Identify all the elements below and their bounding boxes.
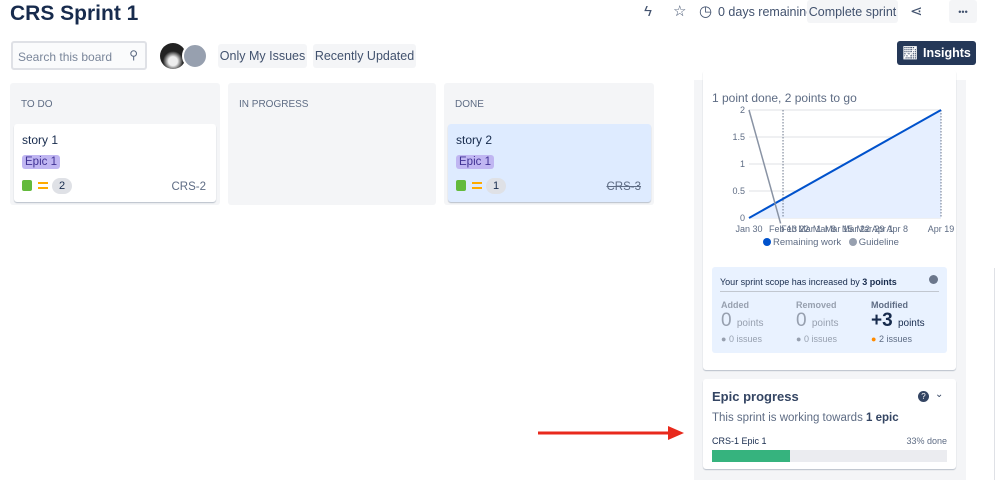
search-icon: ⚲ — [129, 48, 138, 62]
column-done: DONE story 2 Epic 1 1 CRS-3 — [444, 83, 654, 205]
y-tick-label: 1 — [740, 159, 745, 169]
recently-updated-button[interactable]: Recently Updated — [313, 44, 416, 68]
issue-key[interactable]: CRS-2 — [171, 181, 206, 193]
days-remaining: 0 days remaining — [718, 5, 814, 19]
y-tick-label: 2 — [740, 105, 745, 115]
column-in-progress: IN PROGRESS — [228, 83, 436, 205]
y-tick-label: 0.5 — [732, 186, 745, 196]
x-tick-label: Apr 19 — [928, 224, 955, 234]
epic-label: Epic 1 — [22, 155, 60, 169]
story-points: 1 — [486, 178, 506, 194]
scope-change-box: Your sprint scope has increased by 3 poi… — [712, 267, 947, 353]
automation-icon[interactable]: ϟ — [644, 3, 652, 20]
priority-medium-icon — [472, 182, 482, 189]
issue-key[interactable]: CRS-3 — [606, 181, 641, 193]
epic-label: Epic 1 — [456, 155, 494, 169]
more-button[interactable]: ••• — [949, 0, 977, 23]
only-my-issues-button[interactable]: Only My Issues — [218, 44, 307, 68]
story-icon — [22, 180, 32, 191]
page-title: CRS Sprint 1 — [10, 2, 139, 25]
chevron-down-icon[interactable]: ⌄ — [935, 389, 943, 400]
story-icon — [456, 180, 466, 191]
burnup-card: 1 point done, 2 points to go 0 0.5 1 1.5 2 Ja… — [703, 70, 956, 370]
search-input[interactable]: Search this board ⚲ — [11, 41, 147, 70]
issue-card[interactable]: story 1 Epic 1 2 CRS-2 — [14, 124, 216, 202]
info-icon[interactable] — [929, 275, 938, 284]
story-points: 2 — [52, 178, 72, 194]
y-tick-label: 0 — [740, 213, 745, 223]
avatar-unassigned[interactable] — [182, 43, 208, 69]
x-tick-label: Jan 30 — [735, 224, 762, 234]
help-icon[interactable]: ? — [918, 391, 929, 402]
complete-sprint-button[interactable]: Complete sprint — [807, 0, 898, 23]
priority-medium-icon — [38, 182, 48, 189]
clock-icon: ◷ — [699, 3, 713, 20]
column-todo: TO DO story 1 Epic 1 2 CRS-2 — [10, 83, 220, 205]
insights-button[interactable]: 📈︎ Insights — [897, 41, 976, 65]
epic-progress-card: Epic progress ? ⌄ This sprint is working… — [703, 379, 956, 469]
scrollbar[interactable] — [994, 268, 995, 480]
red-arrow — [538, 426, 684, 440]
series-line-guideline — [748, 109, 782, 224]
share-icon[interactable]: ⋖ — [910, 2, 923, 20]
insights-panel: 1 point done, 2 points to go 0 0.5 1 1.5 2 Ja… — [694, 70, 966, 480]
burnup-chart: 00.511.52Jan 30 Feb 13Feb 22Mar 1Mar 8Mar… — [732, 105, 955, 234]
star-icon[interactable]: ☆ — [673, 2, 686, 20]
epic-progress-bar — [712, 450, 947, 462]
chart-legend: Remaining work Guideline — [763, 237, 899, 248]
divider — [720, 291, 939, 292]
chart-icon: 📈︎ — [902, 45, 918, 60]
x-tick-label: Apr 8 — [886, 224, 908, 234]
issue-card[interactable]: story 2 Epic 1 1 CRS-3 — [448, 124, 651, 202]
y-tick-label: 1.5 — [732, 132, 745, 142]
epic-name[interactable]: CRS-1 Epic 1 — [712, 436, 767, 446]
